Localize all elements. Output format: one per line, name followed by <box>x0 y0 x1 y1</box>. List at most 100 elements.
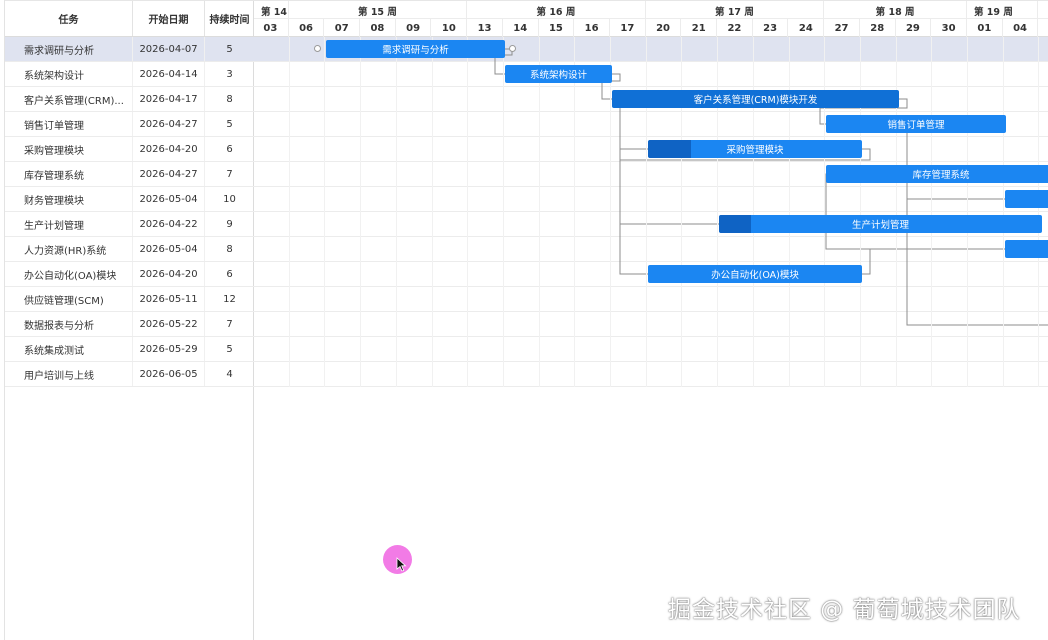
task-row[interactable]: 客户关系管理(CRM)... 2026-04-17 8 <box>5 87 254 112</box>
column-header-duration[interactable]: 持续时间 <box>205 1 254 36</box>
task-bar-label: 采购管理模块 <box>726 145 784 156</box>
column-header-start-date[interactable]: 开始日期 <box>133 1 205 36</box>
task-name: 销售订单管理 <box>24 120 84 132</box>
column-header-task[interactable]: 任务 <box>5 1 133 36</box>
duration-cell[interactable]: 7 <box>205 312 254 336</box>
task-name-cell[interactable]: 供应链管理(SCM) <box>5 287 133 311</box>
task-name-cell[interactable]: 采购管理模块 <box>5 137 133 161</box>
day-label: 09 <box>396 19 432 37</box>
week-label: 第 17 周 <box>646 1 825 20</box>
task-row[interactable]: 人力资源(HR)系统 2026-05-04 8 <box>5 237 254 262</box>
start-date-cell[interactable]: 2026-05-04 <box>133 187 205 211</box>
start-date-cell[interactable]: 2026-05-11 <box>133 287 205 311</box>
start-date-cell[interactable]: 2026-04-22 <box>133 212 205 236</box>
duration-cell[interactable]: 12 <box>205 287 254 311</box>
task-name-cell[interactable]: 生产计划管理 <box>5 212 133 236</box>
timeline-row <box>254 287 1048 312</box>
duration-cell[interactable]: 5 <box>205 337 254 361</box>
task-name-cell[interactable]: 用户培训与上线 <box>5 362 133 386</box>
task-progress-fill[interactable] <box>648 140 691 158</box>
start-date-cell[interactable]: 2026-05-22 <box>133 312 205 336</box>
duration-cell[interactable]: 5 <box>205 37 254 61</box>
task-bar[interactable] <box>1005 240 1048 258</box>
task-name-cell[interactable]: 库存管理系统 <box>5 162 133 186</box>
start-date-cell[interactable]: 2026-04-20 <box>133 137 205 161</box>
duration-cell[interactable]: 6 <box>205 262 254 286</box>
start-date-cell[interactable]: 2026-04-14 <box>133 62 205 86</box>
task-name-cell[interactable]: 系统架构设计 <box>5 62 133 86</box>
duration-cell[interactable]: 9 <box>205 212 254 236</box>
day-label: 10 <box>432 19 468 37</box>
task-bar[interactable]: 库存管理系统 <box>826 165 1048 183</box>
task-bar[interactable]: 需求调研与分析 <box>326 40 505 58</box>
duration-cell[interactable]: 10 <box>205 187 254 211</box>
task-name-cell[interactable]: 系统集成测试 <box>5 337 133 361</box>
task-row[interactable]: 销售订单管理 2026-04-27 5 <box>5 112 254 137</box>
duration-cell[interactable]: 7 <box>205 162 254 186</box>
start-date-cell[interactable]: 2026-04-17 <box>133 87 205 111</box>
grid-header: 任务 开始日期 持续时间 <box>5 0 254 37</box>
duration-cell[interactable]: 8 <box>205 87 254 111</box>
task-row[interactable]: 生产计划管理 2026-04-22 9 <box>5 212 254 237</box>
task-row[interactable]: 数据报表与分析 2026-05-22 7 <box>5 312 254 337</box>
duration-cell[interactable]: 6 <box>205 137 254 161</box>
start-date-cell[interactable]: 2026-06-05 <box>133 362 205 386</box>
task-row[interactable]: 系统集成测试 2026-05-29 5 <box>5 337 254 362</box>
day-label: 23 <box>753 19 789 37</box>
start-date-cell[interactable]: 2026-04-07 <box>133 37 205 61</box>
timeline-day-scale: 03 06 07 08 09 10 13 14 15 16 17 20 21 22 23 24 27 28 29 30… <box>254 19 1048 37</box>
day-gridline <box>967 37 968 387</box>
task-bar[interactable]: 采购管理模块 <box>648 140 862 158</box>
gantt-timeline[interactable]: 第 14 周第 15 周第 16 周第 17 周第 18 周第 19 周 030… <box>254 0 1048 640</box>
day-label: 08 <box>360 19 396 37</box>
start-date-cell[interactable]: 2026-05-04 <box>133 237 205 261</box>
task-bar[interactable]: 销售订单管理 <box>826 115 1006 133</box>
task-bar-label: 客户关系管理(CRM)模块开发 <box>693 95 818 106</box>
day-label: 14 <box>503 19 539 37</box>
task-name-cell[interactable]: 办公自动化(OA)模块 <box>5 262 133 286</box>
link-handle-start[interactable] <box>314 45 321 52</box>
task-bar[interactable]: 客户关系管理(CRM)模块开发 <box>612 90 899 108</box>
task-row[interactable]: 库存管理系统 2026-04-27 7 <box>5 162 254 187</box>
task-row[interactable]: 采购管理模块 2026-04-20 6 <box>5 137 254 162</box>
day-label: 21 <box>681 19 718 37</box>
task-name-cell[interactable]: 需求调研与分析 <box>5 37 133 61</box>
day-gridline <box>324 37 326 387</box>
timeline-row <box>254 237 1048 262</box>
duration-cell[interactable]: 5 <box>205 112 254 136</box>
duration-cell[interactable]: 8 <box>205 237 254 261</box>
task-bar[interactable]: 生产计划管理 <box>719 215 1042 233</box>
duration-cell[interactable]: 3 <box>205 62 254 86</box>
task-name-cell[interactable]: 人力资源(HR)系统 <box>5 237 133 261</box>
timeline-body[interactable]: 需求调研与分析 系统架构设计客户关系管理(CRM)模块开发 销售订单管理采购管理模块… <box>254 37 1048 640</box>
task-row[interactable]: 办公自动化(OA)模块 2026-04-20 6 <box>5 262 254 287</box>
task-progress-fill[interactable] <box>719 215 752 233</box>
day-gridline <box>288 37 290 387</box>
start-date-cell[interactable]: 2026-05-29 <box>133 337 205 361</box>
task-name-cell[interactable]: 销售订单管理 <box>5 112 133 136</box>
day-label: 28 <box>860 19 896 37</box>
task-name-cell[interactable]: 财务管理模块 <box>5 187 133 211</box>
task-name: 办公自动化(OA)模块 <box>24 270 117 282</box>
task-name-cell[interactable]: 数据报表与分析 <box>5 312 133 336</box>
task-row[interactable]: 用户培训与上线 2026-06-05 4 <box>5 362 254 387</box>
task-grid: 任务 开始日期 持续时间 需求调研与分析 2026-04-07 5 系统架构设计 202… <box>5 0 254 640</box>
task-bar[interactable] <box>1005 190 1048 208</box>
week-label: 第 19 周 <box>967 1 1039 20</box>
task-row[interactable]: 系统架构设计 2026-04-14 3 <box>5 62 254 87</box>
start-date-cell[interactable]: 2026-04-27 <box>133 112 205 136</box>
task-bar[interactable]: 办公自动化(OA)模块 <box>648 265 862 283</box>
task-row[interactable]: 财务管理模块 2026-05-04 10 <box>5 187 254 212</box>
start-date-cell[interactable]: 2026-04-20 <box>133 262 205 286</box>
timeline-row <box>254 312 1048 337</box>
task-row[interactable]: 需求调研与分析 2026-04-07 5 <box>5 37 254 62</box>
duration-cell[interactable]: 4 <box>205 362 254 386</box>
task-row[interactable]: 供应链管理(SCM) 2026-05-11 12 <box>5 287 254 312</box>
link-handle-end[interactable] <box>509 45 516 52</box>
start-date-cell[interactable]: 2026-04-27 <box>133 162 205 186</box>
task-bar[interactable]: 系统架构设计 <box>505 65 612 83</box>
day-label: 30 <box>931 19 967 37</box>
day-label: 29 <box>896 19 932 37</box>
task-name-cell[interactable]: 客户关系管理(CRM)... <box>5 87 133 111</box>
task-bar-label: 库存管理系统 <box>912 170 970 181</box>
